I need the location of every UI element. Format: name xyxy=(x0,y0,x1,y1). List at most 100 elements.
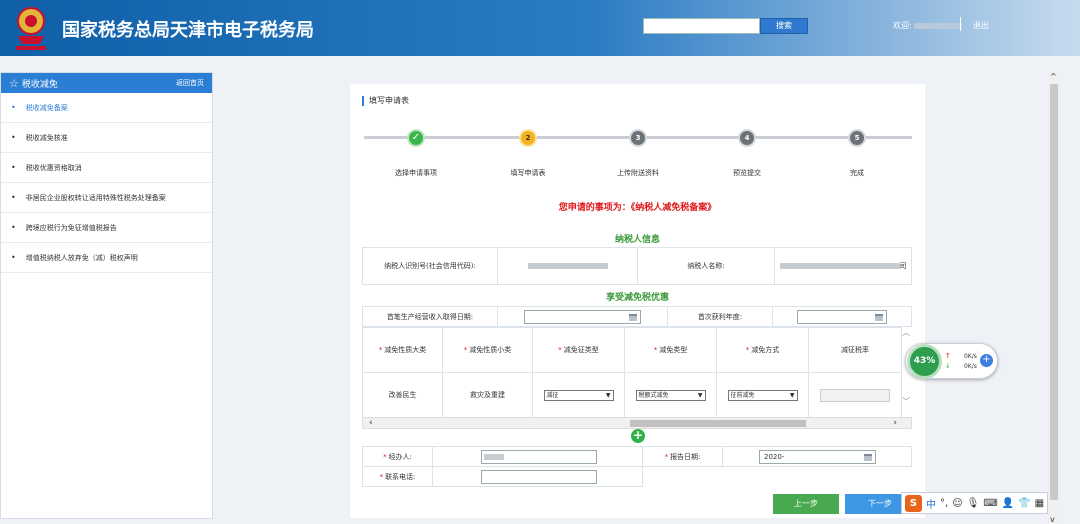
sidebar-item-label: 税收优惠资格取消 xyxy=(25,163,82,172)
report-date-input[interactable]: 2020- xyxy=(759,449,876,464)
empty-cell xyxy=(643,467,912,487)
punctuation-icon[interactable]: °, xyxy=(940,498,948,509)
emoji-icon[interactable]: ☺ xyxy=(952,498,962,509)
row-major-category: 改善民生 xyxy=(362,372,443,418)
download-speed: 0K/s xyxy=(964,363,977,370)
row-reduction-method-cell: 征前减免 ▼ xyxy=(716,372,809,418)
chevron-up-icon[interactable]: ^ xyxy=(1050,72,1057,81)
phone-label: 联系电话: xyxy=(385,472,416,481)
search-input[interactable] xyxy=(643,18,760,34)
col-minor-category: * 减免性质小类 xyxy=(442,327,533,373)
step-4-indicator: 4 xyxy=(738,129,756,147)
voice-icon[interactable]: 🎙 xyxy=(967,498,980,509)
reduction-method-select[interactable]: 征前减免 ▼ xyxy=(727,389,798,401)
sidebar-item-label: 跨境应税行为免征增值税报告 xyxy=(25,223,117,232)
sogou-logo-icon[interactable]: S xyxy=(905,494,922,512)
application-notice: 您申请的事项为：《纳税人减免税备案》 xyxy=(558,203,717,213)
required-mark: * xyxy=(745,346,750,354)
step-5-indicator: 5 xyxy=(848,129,866,147)
report-date-cell: 2020- xyxy=(722,446,912,467)
sidebar-header: ☆ 税收减免 返回首页 xyxy=(1,73,212,93)
step-4-label: 预览提交 xyxy=(733,169,761,177)
accelerate-plus-icon[interactable]: + xyxy=(980,354,993,367)
row-reduction-type-cell: 税额式减免 ▼ xyxy=(624,372,717,418)
handler-label: 经办人: xyxy=(388,452,412,461)
network-monitor-widget[interactable]: 43% ↑ 0K/s ↓ 0K/s + xyxy=(905,343,998,379)
chevron-right-icon[interactable]: › xyxy=(893,418,897,428)
handler-mask xyxy=(484,453,504,460)
user-icon[interactable]: 👤 xyxy=(1002,498,1014,509)
add-row-button[interactable]: + xyxy=(631,429,645,443)
reduction-type-select[interactable]: 税额式减免 ▼ xyxy=(635,389,706,401)
bullet-icon: • xyxy=(11,133,16,142)
taxpayer-id-value xyxy=(497,247,638,285)
step-3-label: 上传附送资料 xyxy=(617,169,659,177)
first-income-date-label: 首笔生产经营收入取得日期: xyxy=(362,306,498,327)
chinese-mode-toggle[interactable]: 中 xyxy=(926,496,936,511)
phone-label-cell: * 联系电话: xyxy=(362,466,433,487)
exempt-type-select[interactable]: 减征 ▼ xyxy=(543,389,614,401)
col-reduction-type: * 减免类型 xyxy=(624,327,717,373)
first-income-date-cell xyxy=(497,306,668,327)
phone-input[interactable] xyxy=(481,469,597,484)
keyboard-icon[interactable]: ⌨ xyxy=(983,498,997,509)
memory-usage-gauge: 43% xyxy=(907,344,942,379)
col-major-category: * 减免性质大类 xyxy=(362,327,443,373)
sidebar-item-crossborder-vat[interactable]: • 跨境应税行为免征增值税报告 xyxy=(1,213,212,243)
sidebar-item-tax-reduction-approval[interactable]: • 税收减免核准 xyxy=(1,123,212,153)
prev-step-button[interactable]: 上一步 xyxy=(773,494,839,514)
phone-input-cell xyxy=(432,466,643,487)
taxpayer-info-header: 纳税人信息 xyxy=(614,235,660,245)
sidebar-item-nonresident-equity[interactable]: • 非居民企业股权转让适用特殊性税务处理备案 xyxy=(1,183,212,213)
report-date-label: 报告日期: xyxy=(670,452,701,461)
calendar-icon xyxy=(629,313,637,321)
benefit-detail-table: * 减免性质大类 * 减免性质小类 * 减免征类型 * 减免类型 * 减免方式 减征税率 … xyxy=(362,327,902,418)
scrollbar-thumb[interactable] xyxy=(630,420,806,427)
page-scrollbar-thumb[interactable] xyxy=(1050,84,1058,500)
col-reduction-method-label: 减免方式 xyxy=(751,346,780,354)
col-reduction-method: * 减免方式 xyxy=(716,327,809,373)
chevron-down-icon[interactable]: v xyxy=(1050,515,1055,524)
col-exempt-type-label: 减免征类型 xyxy=(563,346,599,354)
skin-icon[interactable]: 👕 xyxy=(1018,498,1030,509)
taxpayer-id-label: 纳税人识别号(社会信用代码): xyxy=(362,247,498,285)
table-row: 改善民生 救灾及重建 减征 ▼ 税额式减免 ▼ 征前减免 ▼ xyxy=(362,372,902,418)
return-home-link[interactable]: 返回首页 xyxy=(176,78,204,88)
step-3-indicator: 3 xyxy=(629,129,647,147)
handler-input-cell xyxy=(432,446,643,467)
sidebar-item-label: 税收减免备案 xyxy=(25,103,68,112)
required-mark: * xyxy=(378,346,383,354)
first-profit-year-cell xyxy=(772,306,912,327)
page-scrollbar[interactable]: ^ v xyxy=(1048,72,1060,524)
bullet-icon: • xyxy=(11,223,16,232)
chevron-down-icon: ﹀ xyxy=(902,397,910,406)
calendar-icon xyxy=(875,313,883,321)
logout-link[interactable]: 退出 xyxy=(973,20,989,31)
required-mark: * xyxy=(653,346,658,354)
sidebar-title-wrap: ☆ 税收减免 xyxy=(9,77,58,90)
required-mark: * xyxy=(463,346,468,354)
sidebar-item-tax-reduction-filing[interactable]: • 税收减免备案 xyxy=(1,93,212,123)
required-mark: * xyxy=(664,452,669,461)
col-reduction-rate: 减征税率 xyxy=(808,327,902,373)
chevron-up-icon: ︿ xyxy=(902,328,910,337)
first-profit-year-input[interactable] xyxy=(797,309,887,324)
toolbox-icon[interactable]: ▦ xyxy=(1035,498,1044,509)
welcome-text: 欢迎: xyxy=(893,20,962,31)
required-mark: * xyxy=(558,346,562,354)
sidebar-item-qualification-cancel[interactable]: • 税收优惠资格取消 xyxy=(1,153,212,183)
sidebar-item-label: 增值税纳税人放弃免（减）税权声明 xyxy=(25,253,138,262)
step-1-label: 选择申请事项 xyxy=(395,169,437,177)
sidebar-item-vat-waiver[interactable]: • 增值税纳税人放弃免（减）税权声明 xyxy=(1,243,212,273)
taxpayer-name-suffix: 司 xyxy=(899,262,907,270)
first-income-date-input[interactable] xyxy=(524,309,641,324)
search-button[interactable]: 搜索 xyxy=(760,18,808,34)
step-2-indicator: 2 xyxy=(519,129,537,147)
sidebar-item-label: 非居民企业股权转让适用特殊性税务处理备案 xyxy=(25,193,166,202)
chevron-left-icon[interactable]: ‹ xyxy=(369,418,373,428)
bullet-icon: • xyxy=(11,163,16,172)
handler-input[interactable] xyxy=(481,449,597,464)
benefit-dates-table: 首笔生产经营收入取得日期: 首次获利年度: xyxy=(362,306,912,327)
first-profit-year-label: 首次获利年度: xyxy=(667,306,773,327)
row-minor-category: 救灾及重建 xyxy=(442,372,533,418)
